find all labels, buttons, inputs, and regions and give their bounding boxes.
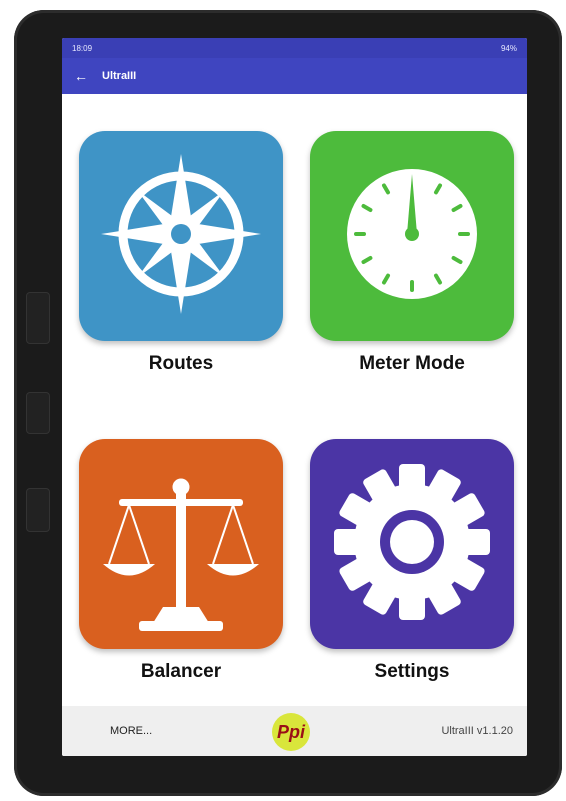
- menu-grid: Routes Meter Mode Balancer Settings: [62, 94, 527, 694]
- ppi-logo: Ppi: [272, 713, 310, 751]
- side-button: [26, 392, 50, 434]
- more-button[interactable]: MORE...: [110, 725, 152, 737]
- status-time: 18:09: [72, 43, 93, 53]
- settings-tile[interactable]: [310, 439, 514, 649]
- status-bar: 18:09 94%: [62, 38, 527, 58]
- balancer-tile[interactable]: [79, 439, 283, 649]
- app-title: UltraIII: [102, 70, 137, 82]
- status-battery: 94%: [500, 43, 517, 53]
- meter-mode-label[interactable]: Meter Mode: [310, 353, 514, 375]
- routes-label[interactable]: Routes: [79, 353, 283, 375]
- side-button: [26, 292, 50, 344]
- version-label: UltraIII v1.1.20: [441, 725, 513, 737]
- gear-icon: [334, 464, 490, 620]
- balance-scale-icon: [103, 478, 259, 631]
- compass-rose-icon: [101, 154, 261, 314]
- balancer-label[interactable]: Balancer: [79, 661, 283, 683]
- app-screen: 18:09 94% ← UltraIII Routes Meter Mode B…: [62, 38, 527, 756]
- app-bar: ← UltraIII: [62, 58, 527, 94]
- meter-mode-tile[interactable]: [310, 131, 514, 341]
- logo-text: Ppi: [276, 721, 305, 742]
- gauge-dial-icon: [347, 169, 477, 299]
- side-button: [26, 488, 50, 532]
- arrow-left-icon[interactable]: ←: [74, 68, 88, 84]
- settings-label[interactable]: Settings: [310, 661, 514, 683]
- routes-tile[interactable]: [79, 131, 283, 341]
- bottom-bar: MORE... Ppi UltraIII v1.1.20: [62, 706, 527, 756]
